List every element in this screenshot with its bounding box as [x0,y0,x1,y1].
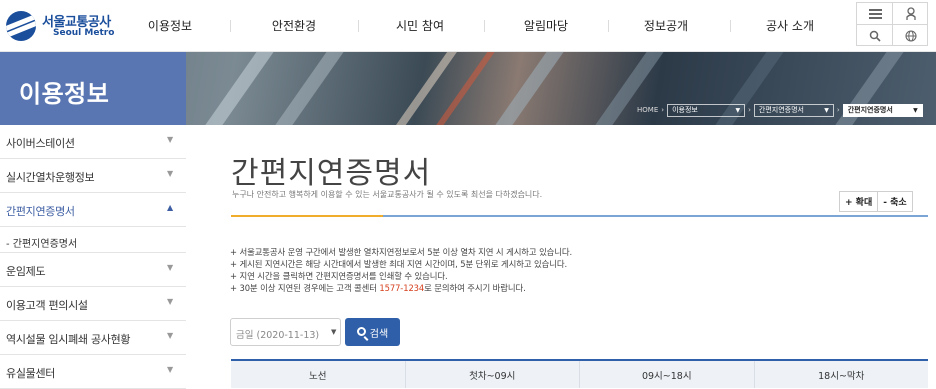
chevron-up-icon: ▲ [167,203,174,212]
breadcrumb-select-level2[interactable]: 간편지연증명서 ▼ [753,103,834,117]
menu-icon[interactable] [857,3,893,25]
notice-item: + 서울교통공사 운영 구간에서 발생한 열차지연정보로서 5분 이상 열차 지… [230,247,573,257]
sidebar-subitem-delay-certificate[interactable]: - 간편지연증명서 [0,227,186,253]
breadcrumb-home-link[interactable]: HOME [637,106,658,114]
zoom-in-button[interactable]: + 확대 [840,192,877,211]
sidebar-menu: 사이버스테이션 ▼ 실시간열차운행정보 ▼ 간편지연증명서 ▲ - 간편지연증명… [0,125,186,389]
sidebar-item-cyber-station[interactable]: 사이버스테이션 ▼ [0,125,186,159]
utility-menu [856,2,928,46]
nav-information-disclosure[interactable]: 정보공개 [644,17,688,34]
nav-divider [484,20,485,32]
chevron-down-icon: ▼ [824,106,829,114]
nav-notice-board[interactable]: 알림마당 [524,17,568,34]
chevron-down-icon: ▼ [167,135,174,144]
banner-decoration [255,52,359,125]
search-icon [356,326,366,336]
sidebar-item-lost-and-found[interactable]: 유실물센터 ▼ [0,355,186,389]
top-header: 서울교통공사 Seoul Metro 이용정보 안전환경 시민 참여 알림마당 … [0,0,936,52]
zoom-controls: + 확대 - 축소 [839,191,913,212]
globe-icon[interactable] [893,25,929,47]
banner-title-panel: 이용정보 [0,52,186,125]
seoul-metro-emblem-icon [6,11,36,41]
chevron-down-icon: ▼ [167,263,174,272]
seoul-metro-logo[interactable]: 서울교통공사 Seoul Metro [6,10,136,42]
logo-english-text: Seoul Metro [53,28,115,38]
delay-table-header: 노선 첫차~09시 09시~18시 18시~막차 [231,359,928,388]
table-header-first-to-09: 첫차~09시 [404,361,580,388]
notice-item: + 게시된 지연시간은 해당 시간대에서 발생한 최대 지연 시간이며, 5분 … [230,259,568,269]
sidebar-item-station-closure-status[interactable]: 역시설물 임시폐쇄 공사현황 ▼ [0,321,186,355]
section-title: 이용정보 [19,80,110,108]
callcenter-phone: 1577-1234 [379,283,425,293]
sidebar-item-delay-certificate[interactable]: 간편지연증명서 ▲ [0,193,186,227]
nav-divider [230,20,231,32]
breadcrumb-select-level1[interactable]: 이용정보 ▼ [667,103,746,117]
sidebar-item-label: 역시설물 임시폐쇄 공사현황 [6,333,131,346]
sidebar-item-realtime-train-info[interactable]: 실시간열차운행정보 ▼ [0,159,186,193]
global-navigation: 이용정보 안전환경 시민 참여 알림마당 정보공개 공사 소개 [130,0,840,52]
nav-divider [730,20,731,32]
date-select-value: 금일 (2020-11-13) [236,330,320,341]
banner-decoration [374,52,474,125]
sidebar-item-label: 간편지연증명서 [6,205,75,218]
chevron-down-icon: ▼ [735,106,741,114]
nav-safety-environment[interactable]: 안전환경 [272,17,316,34]
page-subtitle: 누구나 안전하고 행복하게 이용할 수 있는 서울교통공사가 될 수 있도록 최… [232,190,543,199]
sidebar-item-convenience-facilities[interactable]: 이용고객 편의시설 ▼ [0,287,186,321]
zoom-out-button[interactable]: - 축소 [877,192,911,211]
title-underline [231,215,928,217]
nav-divider [608,20,609,32]
title-underline-accent [231,215,383,217]
search-button-label: 검색 [369,328,389,340]
breadcrumb-level3-label: 간편지연증명서 [847,106,893,114]
sidebar-item-label: 유실물센터 [6,367,56,380]
banner-decoration [185,52,289,125]
chevron-down-icon: ▼ [167,365,174,374]
sidebar-item-label: 이용고객 편의시설 [6,299,88,312]
banner-decoration [475,52,579,125]
breadcrumb-arrow-icon: › [661,106,665,114]
table-header-18-to-last: 18시~막차 [753,361,929,388]
breadcrumb: HOME › 이용정보 ▼ › 간편지연증명서 ▼ › 간편지연증명서 ▼ [637,103,923,117]
sidebar-subitem-label: - 간편지연증명서 [6,239,78,250]
nav-citizen-participation[interactable]: 시민 참여 [396,17,444,34]
notice-item-callcenter: + 30분 이상 지연된 경우에는 고객 콜센터 1577-1234로 문의하여… [230,282,572,294]
sidebar-item-label: 실시간열차운행정보 [6,171,95,184]
notice-text: + 30분 이상 지연된 경우에는 고객 콜센터 [230,283,380,293]
nav-company-intro[interactable]: 공사 소개 [766,17,814,34]
page-title: 간편지연증명서 [231,156,432,191]
sidebar-item-label: 사이버스테이션 [6,137,75,150]
chevron-down-icon: ▼ [167,169,174,178]
nav-usage-info[interactable]: 이용정보 [148,17,192,34]
breadcrumb-select-level3[interactable]: 간편지연증명서 ▼ [842,103,923,117]
chevron-down-icon: ▼ [331,328,337,336]
sidebar-item-fare-system[interactable]: 운임제도 ▼ [0,253,186,287]
breadcrumb-arrow-icon: › [836,106,840,114]
nav-divider [358,20,359,32]
sidebar-item-label: 운임제도 [6,265,46,278]
user-icon[interactable] [893,3,929,25]
table-header-09-to-18: 09시~18시 [579,361,754,388]
breadcrumb-level2-label: 간편지연증명서 [758,106,804,114]
notice-text: 로 문의하여 주시기 바랍니다. [424,283,526,293]
breadcrumb-arrow-icon: › [748,106,751,114]
notice-item: + 지연 시간을 클릭하면 간편지연증명서를 인쇄할 수 있습니다. [230,271,448,281]
chevron-down-icon: ▼ [167,331,174,340]
date-select[interactable]: 금일 (2020-11-13) ▼ [230,318,341,346]
search-icon[interactable] [857,25,893,47]
breadcrumb-level1-label: 이용정보 [672,106,698,114]
search-button[interactable]: 검색 [345,318,400,346]
notice-list: + 서울교통공사 운영 구간에서 발생한 열차지연정보로서 5분 이상 열차 지… [230,246,572,294]
chevron-down-icon: ▼ [167,297,174,306]
table-header-line: 노선 [309,370,327,382]
chevron-down-icon: ▼ [913,106,918,114]
